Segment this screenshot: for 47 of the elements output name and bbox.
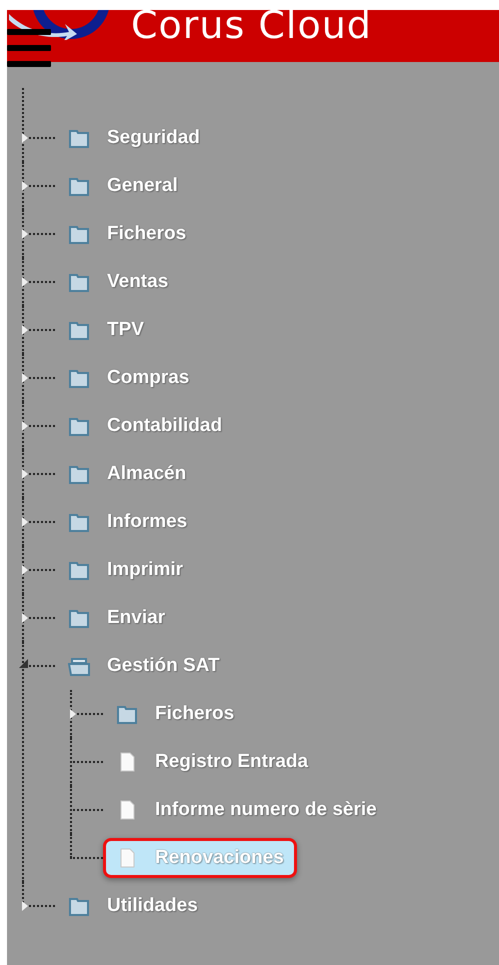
expand-toggle-icon[interactable] (22, 421, 28, 431)
folder-icon (68, 512, 90, 532)
open-folder-icon (68, 656, 90, 676)
folder-icon (68, 176, 90, 196)
tree-item[interactable]: General (55, 166, 191, 206)
tree-item[interactable]: Enviar (55, 598, 178, 638)
folder-icon (68, 608, 90, 628)
logo-icon (7, 10, 111, 40)
folder-icon (68, 320, 90, 340)
menu-icon[interactable] (7, 28, 51, 68)
folder-icon (68, 272, 90, 292)
folder-icon (116, 704, 138, 724)
folder-icon (68, 416, 90, 436)
collapse-toggle-icon[interactable] (19, 659, 28, 668)
tree-item[interactable]: Ficheros (103, 694, 248, 734)
expand-toggle-icon[interactable] (22, 565, 28, 575)
expand-toggle-icon[interactable] (22, 325, 28, 335)
expand-toggle-icon[interactable] (22, 469, 28, 479)
expand-toggle-icon[interactable] (22, 517, 28, 527)
folder-icon (68, 128, 90, 148)
expand-toggle-icon[interactable] (22, 229, 28, 239)
expand-toggle-icon[interactable] (22, 277, 28, 287)
tree-item[interactable]: Imprimir (55, 550, 196, 590)
expand-toggle-icon[interactable] (22, 181, 28, 191)
tree-item[interactable]: TPV (55, 310, 157, 350)
expand-toggle-icon[interactable] (22, 613, 28, 623)
expand-toggle-icon[interactable] (70, 709, 76, 719)
folder-icon (68, 560, 90, 580)
tree-item[interactable]: Contabilidad (55, 406, 236, 446)
expand-toggle-icon[interactable] (22, 133, 28, 143)
tree-item[interactable]: Utilidades (55, 886, 211, 926)
tree-item[interactable]: Seguridad (55, 118, 213, 158)
folder-icon (68, 464, 90, 484)
tree-item[interactable]: Registro Entrada (103, 742, 322, 782)
expand-toggle-icon[interactable] (22, 373, 28, 383)
tree-item[interactable]: Almacén (55, 454, 200, 494)
tree-item[interactable]: Informe numero de sèrie (103, 790, 390, 830)
app-title: Corus Cloud (131, 6, 372, 44)
folder-icon (68, 368, 90, 388)
tree-item[interactable]: Informes (55, 502, 200, 542)
tree-item[interactable]: Gestión SAT (55, 646, 233, 686)
folder-icon (68, 896, 90, 916)
tree-item[interactable]: Compras (55, 358, 202, 398)
tree-item[interactable]: Ficheros (55, 214, 200, 254)
folder-icon (68, 224, 90, 244)
expand-toggle-icon[interactable] (22, 901, 28, 911)
tree-item[interactable]: Ventas (55, 262, 182, 302)
